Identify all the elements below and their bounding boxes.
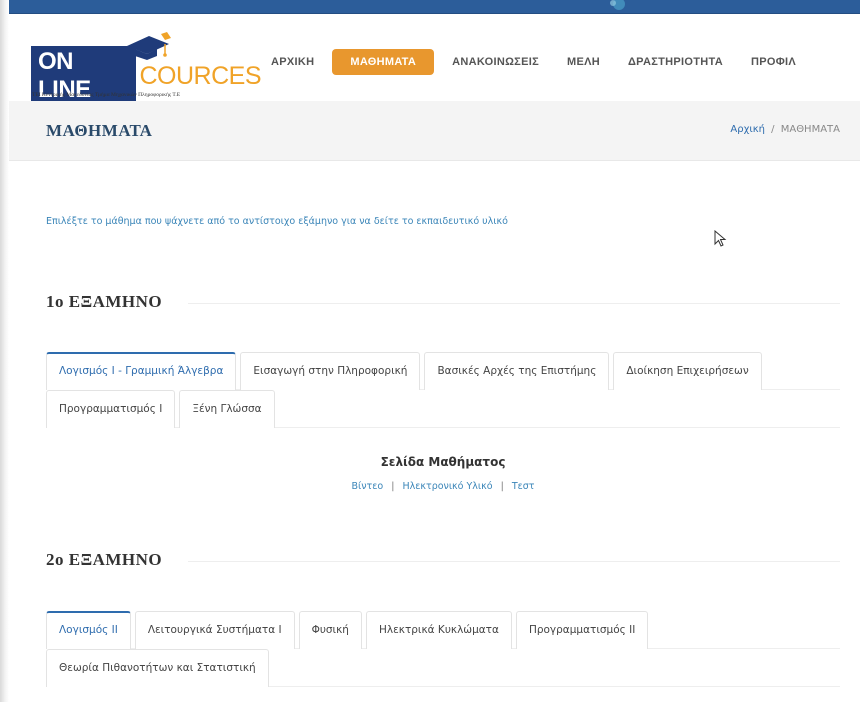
logo-wordmark: ON LINE COURCES [31,46,261,106]
semester-1-title: 1ο ΕΞΑΜΗΝΟ [46,292,163,311]
semester-1-tab-row-1: Λογισμός Ι - Γραμμική Άλγεβρα Εισαγωγή σ… [46,352,840,390]
tab-electric-circuits[interactable]: Ηλεκτρικά Κυκλώματα [365,611,512,649]
tab-business-admin[interactable]: Διοίκηση Επιχειρήσεων [613,352,762,390]
page-title-bar: ΜΑΘΗΜΑΤΑ Αρχική / ΜΑΘΗΜΑΤΑ [9,101,860,161]
tab-calculus-2[interactable]: Λογισμός ΙΙ [46,611,131,649]
menu-item-members[interactable]: ΜΕΛΗ [567,49,600,75]
menu-item-profile[interactable]: ΠΡΟΦΙΛ [751,49,796,75]
tab-basic-science[interactable]: Βασικές Αρχές της Επιστήμης [424,352,610,390]
page-title: ΜΑΘΗΜΑΤΑ [46,121,153,140]
tab-probability-statistics[interactable]: Θεωρία Πιθανοτήτων και Στατιστική [46,649,269,687]
tab-calculus-1[interactable]: Λογισμός Ι - Γραμμική Άλγεβρα [46,352,237,390]
semester-2-tabs: Λογισμός ΙΙ Λειτουργικά Συστήματα Ι Φυσι… [46,611,840,687]
course-panel: Σελίδα Μαθήματος Βίντεο | Ηλεκτρονικό Υλ… [46,455,840,492]
menu-item-home[interactable]: ΑΡΧΙΚΗ [271,49,314,75]
semester-2-divider [188,561,840,562]
test-link[interactable]: Τεστ [512,481,535,492]
semester-2-title: 2ο ΕΞΑΜΗΝΟ [46,550,163,569]
link-separator: | [391,481,395,492]
intro-text: Επιλέξτε το μάθημα που ψάχνετε από το αν… [46,216,508,227]
top-bar-ornament-icon [610,0,625,10]
video-link[interactable]: Βίντεο [351,481,383,492]
menu-item-announcements[interactable]: ΑΝΑΚΟΙΝΩΣΕΙΣ [452,49,539,75]
breadcrumb-separator: / [771,124,775,135]
page: ON LINE COURCES ΤΕΙ Κεντρικής Μακεδονίας… [0,0,860,702]
site-header: ON LINE COURCES ΤΕΙ Κεντρικής Μακεδονίας… [9,14,860,106]
tab-programming-2[interactable]: Προγραμματισμός ΙΙ [515,611,649,649]
menu-item-activity[interactable]: ΔΡΑΣΤΗΡΙΟΤΗΤΑ [628,49,723,75]
breadcrumb-home-link[interactable]: Αρχική [730,124,765,135]
logo-tagline: ΤΕΙ Κεντρικής Μακεδονίας Τμήμα Μηχανικών… [32,92,181,98]
semester-2-tab-row-1: Λογισμός ΙΙ Λειτουργικά Συστήματα Ι Φυσι… [46,611,840,649]
tab-physics[interactable]: Φυσική [298,611,362,649]
window-edge-shadow [0,0,9,702]
semester-1-tabs: Λογισμός Ι - Γραμμική Άλγεβρα Εισαγωγή σ… [46,352,840,428]
course-page-heading: Σελίδα Μαθήματος [380,455,506,469]
tab-programming-1[interactable]: Προγραμματισμός Ι [46,390,176,428]
semester-1-divider [188,303,840,304]
mouse-pointer-icon [714,230,727,247]
tab-intro-informatics[interactable]: Εισαγωγή στην Πληροφορική [240,352,421,390]
breadcrumb: Αρχική / ΜΑΘΗΜΑΤΑ [730,124,840,135]
link-separator: | [500,481,504,492]
course-links: Βίντεο | Ηλεκτρονικό Υλικό | Τεστ [46,481,840,492]
main-menu: ΑΡΧΙΚΗ ΜΑΘΗΜΑΤΑ ΑΝΑΚΟΙΝΩΣΕΙΣ ΜΕΛΗ ΔΡΑΣΤΗ… [271,49,824,75]
logo-cources-text: COURCES [139,62,261,90]
top-bar [9,0,860,14]
electronic-material-link[interactable]: Ηλεκτρονικό Υλικό [402,481,492,492]
menu-item-courses[interactable]: ΜΑΘΗΜΑΤΑ [332,49,435,75]
tab-operating-systems-1[interactable]: Λειτουργικά Συστήματα Ι [134,611,295,649]
semester-2-tab-row-2: Θεωρία Πιθανοτήτων και Στατιστική [46,649,840,687]
semester-1-tab-row-2: Προγραμματισμός Ι Ξένη Γλώσσα [46,390,840,428]
tab-foreign-language[interactable]: Ξένη Γλώσσα [179,390,275,428]
site-logo[interactable]: ON LINE COURCES ΤΕΙ Κεντρικής Μακεδονίας… [31,32,261,106]
breadcrumb-current: ΜΑΘΗΜΑΤΑ [780,124,840,135]
